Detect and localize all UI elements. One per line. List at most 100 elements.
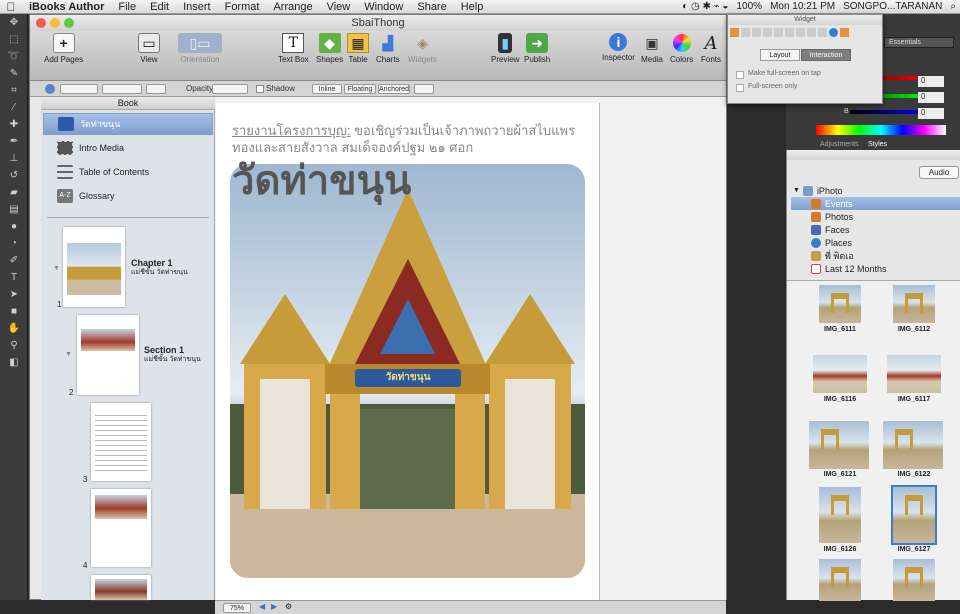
fullscreen-only-checkbox[interactable] <box>736 84 744 92</box>
user-name[interactable]: SONGPO...TARANAN <box>839 1 946 12</box>
menu-share[interactable]: Share <box>410 0 453 13</box>
eraser-icon[interactable]: ▰ <box>0 184 28 201</box>
color-ramp[interactable] <box>816 125 946 135</box>
brush-icon[interactable]: ✒ <box>0 133 28 150</box>
document-icon[interactable] <box>730 28 739 37</box>
next-page-icon[interactable]: ▶ <box>271 602 277 611</box>
orientation-button[interactable]: ▯▭ Orientation <box>178 33 222 64</box>
opacity-field[interactable] <box>212 84 248 94</box>
table-inspector-icon[interactable] <box>796 28 805 37</box>
photo-thumbnail[interactable] <box>883 421 943 469</box>
fullscreen-tap-checkbox[interactable] <box>736 71 744 79</box>
widgets-button[interactable]: ◈ Widgets <box>408 33 437 65</box>
link-icon[interactable] <box>818 28 827 37</box>
lasso-tool-icon[interactable]: ➰ <box>0 48 28 65</box>
photo-thumbnail[interactable] <box>809 421 869 469</box>
tab-audio[interactable]: Audio <box>919 166 959 179</box>
clock[interactable]: Mon 10:21 PM <box>766 1 839 12</box>
pen-icon[interactable]: ✐ <box>0 252 28 269</box>
blur-icon[interactable]: ● <box>0 218 28 235</box>
red-value[interactable]: 0 <box>918 76 944 87</box>
widget-icon[interactable] <box>840 28 849 37</box>
tab-layout[interactable]: Layout <box>760 49 800 61</box>
chart-inspector-icon[interactable] <box>807 28 816 37</box>
photo-thumbnail[interactable] <box>819 487 861 543</box>
section-thumbnail[interactable] <box>77 315 139 395</box>
page-thumbnail[interactable] <box>91 489 151 567</box>
sidebar-item-intro-media[interactable]: Intro Media <box>43 137 213 159</box>
add-pages-button[interactable]: + Add Pages <box>44 33 83 64</box>
page-subtitle[interactable]: รายงานโครงการบุญ: ขอเชิญร่วมเป็นเจ้าภาพถ… <box>232 122 592 156</box>
media-item-album[interactable]: พี่ พิตเอ <box>811 249 960 262</box>
style-popup[interactable] <box>60 84 98 94</box>
close-icon[interactable] <box>36 18 46 28</box>
zoom-tool-icon[interactable]: ⚲ <box>0 337 28 354</box>
color-swatch-icon[interactable]: ◧ <box>0 354 28 371</box>
inline-button[interactable]: Inline <box>312 84 342 94</box>
zoom-window-icon[interactable] <box>64 18 74 28</box>
eyedropper-icon[interactable]: ⁄ <box>0 99 28 116</box>
media-root-iphoto[interactable]: ▼ iPhoto <box>793 184 953 197</box>
anchored-button[interactable]: Anchored <box>378 84 410 94</box>
menu-view[interactable]: View <box>320 0 358 13</box>
media-item-places[interactable]: Places <box>811 236 960 249</box>
blue-value[interactable]: 0 <box>918 108 944 119</box>
apple-menu-icon[interactable]:  <box>0 0 22 13</box>
chapter-thumbnail[interactable] <box>63 227 125 307</box>
sidebar-item-cover[interactable]: วัดท่าขนุน <box>43 113 213 135</box>
sidebar-item-toc[interactable]: Table of Contents <box>43 161 213 183</box>
stamp-icon[interactable]: ⊥ <box>0 150 28 167</box>
workspace-popup[interactable]: Essentials <box>884 37 954 48</box>
metrics-icon[interactable] <box>785 28 794 37</box>
table-button[interactable]: ▦ Table <box>347 33 369 64</box>
zoom-popup[interactable]: 75% <box>223 603 251 613</box>
media-button[interactable]: ▣ Media <box>641 33 663 65</box>
shapes-button[interactable]: ◆ Shapes <box>316 33 343 64</box>
status-icons[interactable]: ◐ ◷ ✱ ⌁ ◒ <box>678 1 732 12</box>
page-thumbnail[interactable] <box>91 575 151 600</box>
temple-photo[interactable]: วัดท่าขนุน <box>230 164 585 578</box>
back-arrow-icon[interactable] <box>45 84 55 94</box>
menu-format[interactable]: Format <box>218 0 267 13</box>
menu-arrange[interactable]: Arrange <box>266 0 319 13</box>
photo-thumbnail[interactable] <box>819 559 861 601</box>
action-gear-icon[interactable]: ⚙ <box>285 602 292 611</box>
tab-adjustments[interactable]: Adjustments <box>820 141 859 148</box>
menu-insert[interactable]: Insert <box>176 0 218 13</box>
spotlight-icon[interactable]: ⌕ <box>946 1 960 12</box>
history-brush-icon[interactable]: ↺ <box>0 167 28 184</box>
quick-select-icon[interactable]: ✎ <box>0 65 28 82</box>
floating-button[interactable]: Floating <box>344 84 376 94</box>
photo-thumbnail[interactable] <box>893 285 935 323</box>
green-value[interactable]: 0 <box>918 92 944 103</box>
photo-thumbnail[interactable] <box>893 559 935 601</box>
menu-window[interactable]: Window <box>357 0 410 13</box>
layout-icon[interactable] <box>741 28 750 37</box>
page-heading[interactable]: วัดท่าขนุน <box>232 159 411 203</box>
media-item-faces[interactable]: Faces <box>811 223 960 236</box>
healing-icon[interactable]: ✚ <box>0 116 28 133</box>
crop-tool-icon[interactable]: ⌗ <box>0 82 28 99</box>
dodge-icon[interactable]: ◔ <box>0 235 28 252</box>
tab-interaction[interactable]: Interaction <box>801 49 851 61</box>
qt-icon[interactable] <box>829 28 838 37</box>
shadow-checkbox[interactable] <box>256 85 264 93</box>
book-page[interactable]: รายงานโครงการบุญ: ขอเชิญร่วมเป็นเจ้าภาพถ… <box>216 103 600 600</box>
path-select-icon[interactable]: ➤ <box>0 286 28 303</box>
wrap-icon[interactable] <box>752 28 761 37</box>
media-item-events[interactable]: Events <box>791 197 960 210</box>
marquee-tool-icon[interactable]: ⬚ <box>0 31 28 48</box>
menu-help[interactable]: Help <box>454 0 491 13</box>
minimize-icon[interactable] <box>50 18 60 28</box>
move-tool-icon[interactable]: ✥ <box>0 14 28 31</box>
colors-button[interactable]: Colors <box>670 33 693 64</box>
charts-button[interactable]: ▟ Charts <box>376 33 400 65</box>
type-tool-icon[interactable]: T <box>0 269 28 286</box>
tab-styles[interactable]: Styles <box>868 141 887 148</box>
media-item-photos[interactable]: Photos <box>811 210 960 223</box>
photo-thumbnail[interactable] <box>813 355 867 393</box>
blue-slider[interactable] <box>850 110 926 114</box>
battery-level[interactable]: 100% <box>732 1 766 12</box>
photo-thumbnail-selected[interactable] <box>891 485 937 545</box>
publish-button[interactable]: ➜ Publish <box>524 33 550 64</box>
